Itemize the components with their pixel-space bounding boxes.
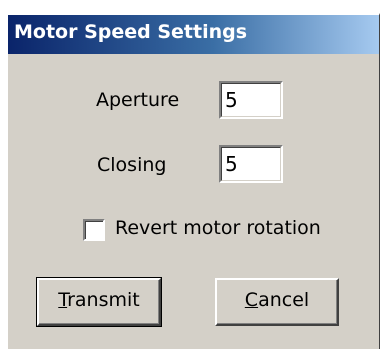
aperture-label: Aperture <box>96 89 180 111</box>
motor-speed-settings-dialog: Motor Speed Settings Aperture Closing Re… <box>6 13 380 349</box>
cancel-button[interactable]: Cancel <box>215 278 339 326</box>
checkbox-inner-border <box>85 221 103 239</box>
closing-label: Closing <box>97 154 167 176</box>
closing-field-frame <box>219 145 283 183</box>
closing-input[interactable] <box>221 147 281 181</box>
transmit-button[interactable]: Transmit <box>36 277 162 327</box>
revert-motor-rotation-label[interactable]: Revert motor rotation <box>115 217 321 239</box>
aperture-field-frame <box>219 81 283 119</box>
title-bar[interactable]: Motor Speed Settings <box>8 15 379 54</box>
window-title: Motor Speed Settings <box>14 21 248 43</box>
transmit-button-inner-edge <box>39 280 159 324</box>
revert-motor-rotation-checkbox[interactable] <box>83 219 105 241</box>
aperture-input[interactable] <box>221 83 281 117</box>
cancel-button-inner-edge <box>217 280 337 324</box>
